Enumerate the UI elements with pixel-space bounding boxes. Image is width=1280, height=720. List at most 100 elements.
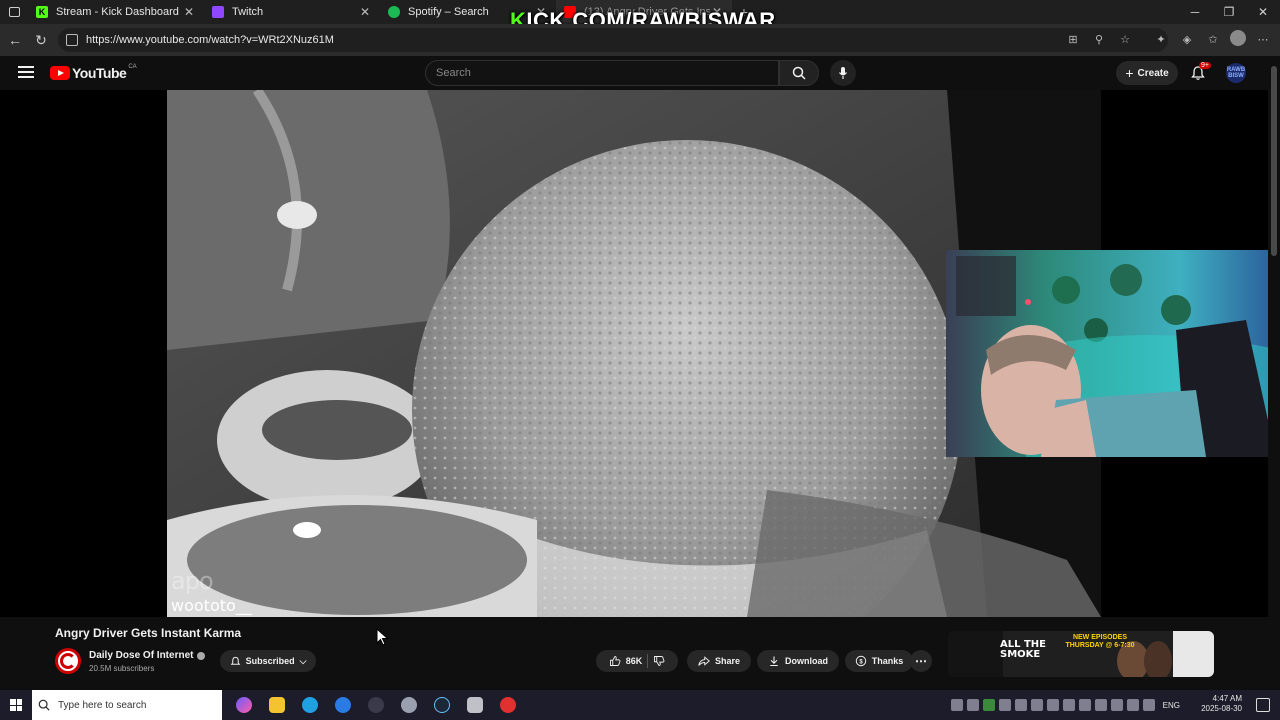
thumbs-up-icon <box>609 656 621 666</box>
menu-icon[interactable] <box>18 66 34 78</box>
zoom-icon[interactable]: ⚲ <box>1090 30 1108 48</box>
create-button[interactable]: + Create <box>1116 61 1178 85</box>
share-icon <box>698 656 710 666</box>
url-field[interactable]: https://www.youtube.com/watch?v=WRt2XNuz… <box>58 28 1168 52</box>
network-icon[interactable] <box>1126 699 1139 711</box>
ad-badge: NEW EPISODES THURSDAY @ 6-7:30 <box>1065 634 1135 649</box>
obs-icon[interactable] <box>364 693 388 717</box>
clock[interactable]: 4:47 AM 2025-08-30 <box>1201 694 1242 714</box>
windows-logo-icon <box>10 699 22 711</box>
voice-search-button[interactable] <box>830 60 856 86</box>
maximize-icon[interactable]: ❐ <box>1212 0 1246 24</box>
more-menu-icon[interactable]: ⋯ <box>1254 30 1272 48</box>
subscribed-button[interactable]: Subscribed ⌵ <box>220 650 316 672</box>
app-icon[interactable] <box>463 693 487 717</box>
minimize-icon[interactable]: ─ <box>1178 0 1212 24</box>
avatar-text: RAWB BISW <box>1226 67 1246 79</box>
tray-icon[interactable] <box>1062 699 1075 711</box>
tray-icon[interactable] <box>1078 699 1091 711</box>
like-button[interactable]: 86K <box>609 655 643 667</box>
close-icon[interactable]: ✕ <box>182 5 196 19</box>
search-icon <box>792 66 806 80</box>
bell-icon <box>230 656 240 665</box>
twitch-icon <box>212 6 224 18</box>
edge-icon[interactable] <box>298 693 322 717</box>
favorite-star-icon[interactable]: ☆ <box>1116 30 1134 48</box>
clock-date: 2025-08-30 <box>1201 704 1242 713</box>
download-label: Download <box>785 656 828 666</box>
youtube-logo[interactable]: YouTube CA <box>50 64 137 81</box>
plus-icon: + <box>1125 65 1134 81</box>
search-icon <box>38 699 50 711</box>
windows-taskbar: Type here to search ENG 4:47 AM 2025-08-… <box>0 690 1280 720</box>
steam-icon[interactable] <box>430 693 454 717</box>
tray-icon[interactable] <box>982 699 995 711</box>
ad-title: ALL THE SMOKE <box>1000 639 1046 660</box>
close-icon[interactable]: ✕ <box>358 5 372 19</box>
close-window-icon[interactable]: ✕ <box>1246 0 1280 24</box>
search-input[interactable]: Search <box>425 60 779 86</box>
thumbs-down-icon[interactable] <box>653 655 665 667</box>
tray-icon[interactable] <box>1030 699 1043 711</box>
notification-badge: 9+ <box>1199 62 1211 69</box>
kick-icon: K <box>36 6 48 18</box>
account-avatar[interactable]: RAWB BISW <box>1226 63 1246 83</box>
page-scrollbar[interactable] <box>1268 56 1280 690</box>
tray-icon[interactable] <box>950 699 963 711</box>
taskbar-search-placeholder: Type here to search <box>58 699 147 711</box>
back-icon[interactable]: ← <box>2 27 28 53</box>
tab-actions-icon[interactable] <box>0 0 28 24</box>
taskbar-search-input[interactable]: Type here to search <box>32 690 222 720</box>
reload-icon[interactable]: ↻ <box>28 27 54 53</box>
search-button[interactable] <box>779 60 819 86</box>
webcam-image <box>946 250 1280 457</box>
file-explorer-icon[interactable] <box>265 693 289 717</box>
more-icon: ⋯ <box>915 654 927 668</box>
youtube-header: YouTube CA Search + Create RAWB BISW <box>0 56 1268 90</box>
microphone-icon <box>839 67 847 79</box>
tray-icon[interactable] <box>966 699 979 711</box>
start-button[interactable] <box>0 690 32 720</box>
subscriber-count: 20.5M subscribers <box>89 664 155 673</box>
tray-icon[interactable] <box>1110 699 1123 711</box>
svg-text:$: $ <box>859 659 863 665</box>
tray-icon[interactable] <box>1094 699 1107 711</box>
notification-center-icon[interactable] <box>1256 698 1270 712</box>
channel-avatar[interactable] <box>55 648 81 674</box>
scrollbar-thumb[interactable] <box>1271 66 1277 256</box>
more-actions-button[interactable]: ⋯ <box>910 650 932 672</box>
tab-kick-dashboard[interactable]: K Stream - Kick Dashboard ✕ <box>28 0 204 24</box>
logo-text: YouTube <box>72 65 127 81</box>
screen: K Stream - Kick Dashboard ✕ Twitch ✕ Spo… <box>0 0 1280 720</box>
tray-icon[interactable] <box>1046 699 1059 711</box>
profile-avatar[interactable] <box>1230 30 1246 46</box>
download-icon <box>770 656 778 667</box>
channel-name[interactable]: Daily Dose Of Internet <box>89 650 206 661</box>
tray-icon[interactable] <box>998 699 1011 711</box>
extensions-icon[interactable]: ✦ <box>1152 30 1170 48</box>
skype-icon[interactable] <box>331 693 355 717</box>
window-controls: ─ ❐ ✕ <box>1178 0 1280 24</box>
language-indicator[interactable]: ENG <box>1163 701 1180 710</box>
search-placeholder: Search <box>436 67 471 79</box>
like-count: 86K <box>625 656 643 666</box>
tray-icon[interactable] <box>1014 699 1027 711</box>
settings-icon[interactable] <box>397 693 421 717</box>
favorites-bar-icon[interactable]: ✩ <box>1204 30 1222 48</box>
thanks-button[interactable]: $ Thanks <box>845 650 913 672</box>
like-dislike-group: 86K <box>596 650 678 672</box>
site-info-icon[interactable] <box>66 34 78 46</box>
video-title: Angry Driver Gets Instant Karma <box>55 626 242 640</box>
mouse-cursor-icon <box>376 628 389 646</box>
volume-icon[interactable] <box>1142 699 1155 711</box>
toolbar-icons: ⊞ ⚲ ☆ ✦ ◈ ✩ ⋯ <box>1064 30 1272 48</box>
collections-icon[interactable]: ◈ <box>1178 30 1196 48</box>
system-tray: ENG <box>950 690 1180 720</box>
subscribed-label: Subscribed <box>245 656 295 666</box>
tab-twitch[interactable]: Twitch ✕ <box>204 0 380 24</box>
share-button[interactable]: Share <box>687 650 751 672</box>
app-available-icon[interactable]: ⊞ <box>1064 30 1082 48</box>
copilot-icon[interactable] <box>232 693 256 717</box>
download-button[interactable]: Download <box>757 650 839 672</box>
recording-app-icon[interactable] <box>496 693 520 717</box>
